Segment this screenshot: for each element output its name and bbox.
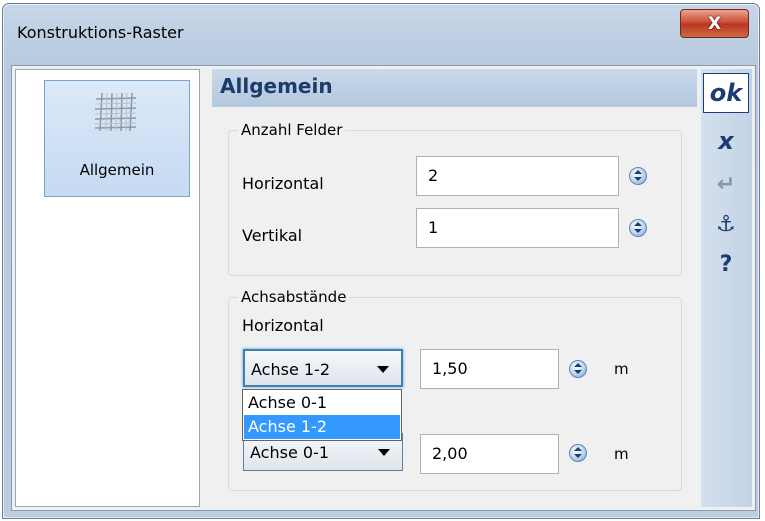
vertikal-spin-button[interactable] bbox=[629, 219, 647, 237]
horizontal-count-input[interactable]: 2 bbox=[416, 156, 619, 196]
unit-label-2: m bbox=[614, 445, 629, 463]
axis-select-2-value: Achse 0-1 bbox=[250, 443, 329, 462]
dropdown-option[interactable]: Achse 0-1 bbox=[244, 391, 400, 415]
axis-distance-2-input[interactable]: 2,00 bbox=[420, 434, 559, 474]
close-button[interactable]: X bbox=[680, 9, 749, 38]
group-title-achsabstaende: Achsabstände bbox=[238, 288, 350, 306]
axis-select-1[interactable]: Achse 1-2 bbox=[243, 349, 403, 387]
axis-distance-2-spin-button[interactable] bbox=[569, 444, 587, 462]
enter-icon[interactable]: ↵ bbox=[703, 164, 749, 204]
group-title-anzahl-felder: Anzahl Felder bbox=[238, 121, 346, 139]
unit-label-1: m bbox=[614, 360, 629, 378]
window-title: Konstruktions-Raster bbox=[17, 23, 184, 42]
achs-horizontal-label: Horizontal bbox=[242, 316, 324, 335]
chevron-down-icon bbox=[377, 366, 389, 373]
sidebar: Allgemein bbox=[15, 69, 200, 507]
section-header: Allgemein bbox=[212, 69, 697, 107]
sidebar-item-allgemein[interactable]: Allgemein bbox=[44, 80, 190, 197]
action-toolbar: ok x ↵ ⚓ ? bbox=[701, 69, 752, 507]
group-anzahl-felder bbox=[228, 130, 682, 276]
dropdown-option-selected[interactable]: Achse 1-2 bbox=[244, 415, 400, 439]
vertikal-label: Vertikal bbox=[242, 226, 303, 245]
anchor-icon[interactable]: ⚓ bbox=[703, 204, 749, 244]
dialog-client: Allgemein Allgemein Anzahl Felder Horizo… bbox=[11, 65, 756, 511]
vertikal-count-input[interactable]: 1 bbox=[416, 208, 619, 248]
horizontal-spin-button[interactable] bbox=[629, 167, 647, 185]
axis-dropdown-list: Achse 0-1 Achse 1-2 bbox=[242, 389, 402, 441]
sidebar-item-label: Allgemein bbox=[79, 161, 155, 179]
axis-distance-1-input[interactable]: 1,50 bbox=[420, 349, 559, 389]
help-button[interactable]: ? bbox=[703, 244, 749, 284]
ok-button[interactable]: ok bbox=[703, 73, 749, 113]
cancel-button[interactable]: x bbox=[703, 121, 749, 161]
axis-distance-1-spin-button[interactable] bbox=[569, 360, 587, 378]
axis-select-1-value: Achse 1-2 bbox=[251, 360, 330, 379]
dialog-window: Konstruktions-Raster X Allgemein Allgeme… bbox=[2, 3, 760, 519]
chevron-down-icon bbox=[378, 449, 390, 456]
page-title: Allgemein bbox=[220, 74, 333, 98]
horizontal-label: Horizontal bbox=[242, 174, 324, 193]
grid-icon bbox=[94, 92, 137, 132]
